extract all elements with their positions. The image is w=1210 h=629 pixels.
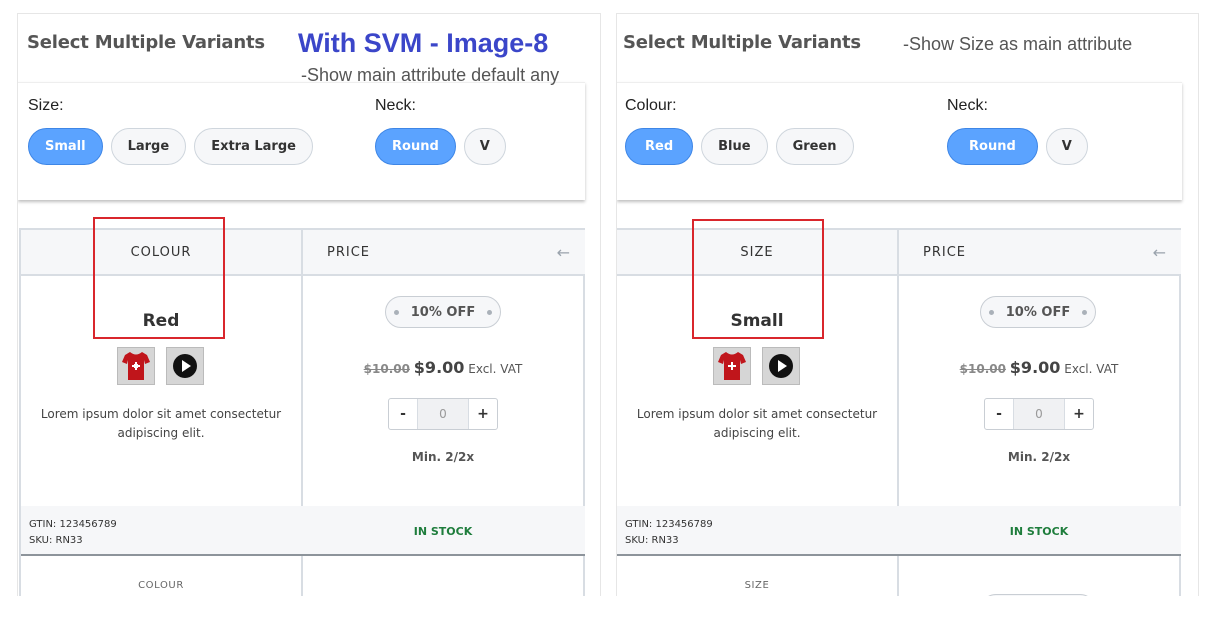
product-ids: GTIN: 123456789 SKU: RN33 bbox=[625, 517, 713, 549]
annotation-subtitle: -Show Size as main attribute bbox=[903, 34, 1133, 54]
attribute-selector-card: Colour: Red Blue Green Neck: Round V bbox=[617, 82, 1182, 200]
quantity-input[interactable]: 0 bbox=[1013, 399, 1065, 429]
option-chip-extra-large[interactable]: Extra Large bbox=[194, 128, 313, 165]
sku-text: SKU: RN33 bbox=[29, 535, 83, 546]
old-price: $10.00 bbox=[363, 362, 410, 376]
minimum-quantity: Min. 2/2x bbox=[1007, 450, 1071, 464]
annotation-subtitle: -Show main attribute default any bbox=[301, 65, 560, 85]
option-chip-small[interactable]: Small bbox=[28, 128, 103, 165]
option-chip-v[interactable]: V bbox=[1045, 128, 1088, 165]
gtin-text: GTIN: 123456789 bbox=[625, 519, 713, 530]
arrow-left-icon[interactable]: ← bbox=[557, 243, 571, 262]
increase-button[interactable]: + bbox=[469, 399, 497, 429]
option-chip-blue[interactable]: Blue bbox=[701, 128, 768, 165]
increase-button[interactable]: + bbox=[1065, 399, 1093, 429]
option-chip-large[interactable]: Large bbox=[110, 128, 187, 165]
play-icon bbox=[769, 354, 793, 378]
attribute-group-size: Size: Small Large Extra Large bbox=[28, 97, 313, 165]
table-row-footer: GTIN: 123456789 SKU: RN33 IN STOCK bbox=[21, 506, 585, 556]
variant-panel-left: Select Multiple Variants Size: Small Lar… bbox=[17, 13, 601, 596]
option-chip-red[interactable]: Red bbox=[625, 128, 694, 165]
attribute-label: Size: bbox=[28, 97, 64, 114]
column-header-price-label: PRICE bbox=[327, 244, 370, 260]
attribute-group-neck: Neck: Round V bbox=[947, 97, 1088, 165]
panel-title: Select Multiple Variants bbox=[623, 32, 861, 53]
annotation-title: With SVM - Image-8 bbox=[298, 28, 549, 58]
attribute-selector-card: Size: Small Large Extra Large Neck: Roun… bbox=[18, 82, 585, 200]
price-line: $10.00 $9.00 Excl. VAT bbox=[899, 358, 1179, 377]
discount-badge: 10% OFF bbox=[385, 296, 501, 328]
variant-panel-right: Select Multiple Variants Colour: Red Blu… bbox=[616, 13, 1199, 596]
minimum-quantity: Min. 2/2x bbox=[411, 450, 475, 464]
next-row-header: SIZE bbox=[744, 580, 770, 591]
option-chip-v[interactable]: V bbox=[463, 128, 506, 165]
discount-label: 10% OFF bbox=[1005, 304, 1071, 320]
decrease-button[interactable]: - bbox=[389, 399, 417, 429]
option-chip-round[interactable]: Round bbox=[947, 128, 1038, 165]
highlight-box bbox=[692, 219, 824, 339]
vat-note: Excl. VAT bbox=[1064, 362, 1119, 376]
next-row-header: COLOUR bbox=[138, 580, 184, 591]
sku-text: SKU: RN33 bbox=[625, 535, 679, 546]
product-thumbnail[interactable] bbox=[713, 347, 751, 385]
attribute-label: Neck: bbox=[375, 97, 416, 114]
play-icon bbox=[173, 354, 197, 378]
quantity-input[interactable]: 0 bbox=[417, 399, 469, 429]
video-thumbnail[interactable] bbox=[166, 347, 204, 385]
decrease-button[interactable]: - bbox=[985, 399, 1013, 429]
red-tshirt-icon bbox=[122, 352, 150, 380]
video-thumbnail[interactable] bbox=[762, 347, 800, 385]
option-chip-green[interactable]: Green bbox=[775, 128, 854, 165]
variant-description: Lorem ipsum dolor sit amet consectetur a… bbox=[40, 407, 282, 440]
panel-title: Select Multiple Variants bbox=[27, 32, 265, 53]
attribute-label: Neck: bbox=[947, 97, 988, 114]
highlight-box bbox=[93, 217, 225, 339]
column-header-price-label: PRICE bbox=[923, 244, 966, 260]
quantity-stepper: - 0 + bbox=[984, 398, 1094, 430]
old-price: $10.00 bbox=[959, 362, 1006, 376]
gtin-text: GTIN: 123456789 bbox=[29, 519, 117, 530]
variant-description: Lorem ipsum dolor sit amet consectetur a… bbox=[636, 407, 878, 440]
discount-label: 10% OFF bbox=[410, 304, 476, 320]
attribute-group-neck: Neck: Round V bbox=[375, 97, 506, 165]
stock-status: IN STOCK bbox=[1009, 525, 1069, 538]
discount-badge: 10% OFF bbox=[980, 296, 1096, 328]
attribute-group-colour: Colour: Red Blue Green bbox=[625, 97, 854, 165]
red-tshirt-icon bbox=[718, 352, 746, 380]
next-row-discount-badge bbox=[980, 594, 1096, 596]
column-header-price: PRICE ← bbox=[899, 230, 1181, 276]
current-price: $9.00 bbox=[1009, 358, 1061, 377]
attribute-label: Colour: bbox=[625, 97, 677, 114]
price-line: $10.00 $9.00 Excl. VAT bbox=[303, 358, 583, 377]
product-ids: GTIN: 123456789 SKU: RN33 bbox=[29, 517, 117, 549]
product-thumbnail[interactable] bbox=[117, 347, 155, 385]
vat-note: Excl. VAT bbox=[468, 362, 523, 376]
stock-status: IN STOCK bbox=[413, 525, 473, 538]
option-chip-round[interactable]: Round bbox=[375, 128, 456, 165]
column-header-price: PRICE ← bbox=[303, 230, 585, 276]
quantity-stepper: - 0 + bbox=[388, 398, 498, 430]
arrow-left-icon[interactable]: ← bbox=[1153, 243, 1167, 262]
current-price: $9.00 bbox=[413, 358, 465, 377]
table-row-footer: GTIN: 123456789 SKU: RN33 IN STOCK bbox=[617, 506, 1181, 556]
